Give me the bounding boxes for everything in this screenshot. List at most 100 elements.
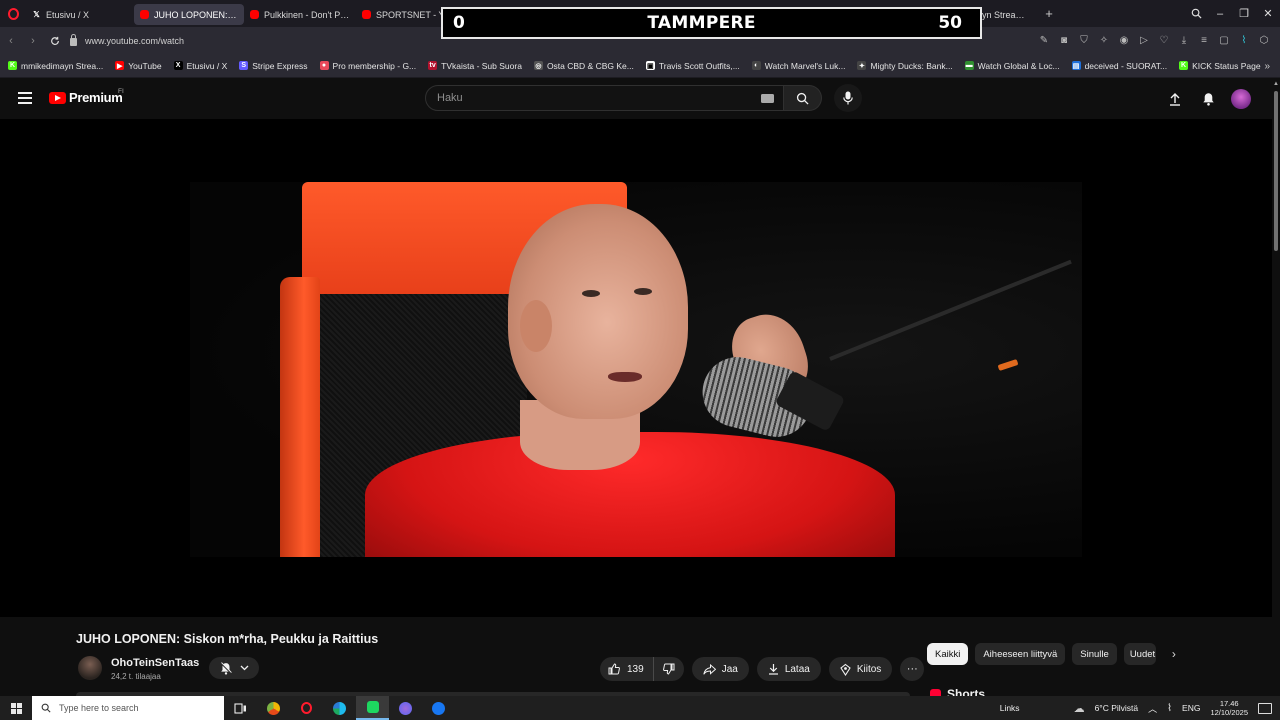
bookmark-favicon-icon: X (173, 61, 183, 70)
network-icon[interactable]: ⌇ (1167, 703, 1172, 714)
play-icon[interactable]: ▷ (1134, 31, 1154, 51)
shield-icon[interactable]: ⛉ (1074, 31, 1094, 51)
bookmark-item[interactable]: ▬ Watch Global & Loc... (964, 61, 1060, 71)
download-button[interactable]: Lataa (756, 657, 821, 681)
url-text: www.youtube.com/watch (85, 35, 185, 46)
task-view-icon[interactable] (224, 696, 257, 720)
heart-icon[interactable]: ♡ (1154, 31, 1174, 51)
edge-icon[interactable] (323, 696, 356, 720)
notification-icon[interactable] (1258, 702, 1272, 714)
new-tab-button[interactable]: + (1040, 5, 1058, 23)
browser-tab[interactable]: Pulkkinen - Don't Push Th (244, 4, 356, 25)
forward-icon[interactable]: › (22, 30, 44, 52)
search-input[interactable] (437, 92, 737, 104)
minimize-icon[interactable]: – (1208, 0, 1232, 27)
opera-logo-icon[interactable] (0, 0, 26, 27)
browser-tab[interactable]: 𝕏 Etusivu / X (26, 4, 134, 25)
upload-icon[interactable] (1164, 88, 1186, 110)
weather-text[interactable]: 6°C Pilvistä (1095, 703, 1139, 713)
search-tabs-icon[interactable] (1184, 0, 1208, 27)
chip-all[interactable]: Kaikki (927, 643, 969, 665)
close-icon[interactable]: ✕ (1256, 0, 1280, 27)
bookmark-item[interactable]: ▣ Travis Scott Outfits,... (645, 61, 740, 71)
dislike-button[interactable] (654, 657, 684, 681)
scroll-up-icon[interactable]: ▲ (1273, 81, 1279, 87)
bookmark-item[interactable]: Kmmikedimayn Strea... (8, 61, 103, 71)
x-icon: 𝕏 (33, 10, 40, 19)
taskbar-search-input[interactable] (59, 703, 219, 713)
edit-icon[interactable]: ✎ (1034, 31, 1054, 51)
more-actions-button[interactable]: ··· (900, 657, 925, 681)
reload-icon[interactable] (44, 30, 66, 52)
bookmark-item[interactable]: tv TVkaista - Sub Suora (428, 61, 522, 71)
video-frame[interactable] (190, 182, 1082, 557)
download-icon[interactable]: ⤓ (1174, 31, 1194, 51)
language-indicator[interactable]: ENG (1182, 703, 1200, 713)
aria-icon[interactable]: ⌇ (1234, 31, 1254, 51)
video-info-area: JUHO LOPONEN: Siskon m*rha, Peukku ja Ra… (0, 617, 1272, 701)
chrome-canary-icon[interactable] (257, 696, 290, 720)
voice-search-button[interactable] (834, 84, 862, 112)
chip-new[interactable]: Uudet (1123, 643, 1156, 665)
page-scrollbar[interactable]: ▲ (1272, 79, 1280, 696)
scrollbar-thumb[interactable] (1274, 91, 1278, 251)
video-title: JUHO LOPONEN: Siskon m*rha, Peukku ja Ra… (76, 632, 379, 646)
bookmark-item[interactable]: ● Pro membership - G... (319, 61, 416, 71)
channel-name[interactable]: OhoTeinSenTaas (111, 657, 199, 669)
bookmark-favicon-icon: ▶ (115, 61, 125, 70)
right-score: 50 (938, 13, 962, 33)
channel-avatar[interactable] (78, 656, 102, 680)
account-avatar[interactable] (1230, 88, 1252, 110)
related-filter-chips: Kaikki Aiheeseen liittyvä Sinulle Uudet … (927, 643, 1185, 665)
vpn-icon[interactable]: ◉ (1114, 31, 1134, 51)
bookmark-item[interactable]: ✦ Mighty Ducks: Bank... (857, 61, 953, 71)
opera-icon[interactable] (290, 696, 323, 720)
subscribed-notifications-button[interactable] (209, 657, 259, 679)
share-button[interactable]: Jaa (691, 657, 749, 681)
chevron-up-icon[interactable]: ︿ (1148, 702, 1157, 715)
chevron-right-icon[interactable]: › (1163, 643, 1185, 665)
bookmark-item[interactable]: ▤ deceived - SUORAT... (1071, 61, 1167, 71)
youtube-premium-logo[interactable]: Premium (49, 90, 123, 105)
keyboard-icon[interactable] (761, 94, 774, 103)
settings-icon[interactable]: ⬡ (1254, 31, 1274, 51)
bookmark-item[interactable]: X Etusivu / X (173, 61, 227, 71)
guide-menu-icon[interactable] (18, 92, 32, 104)
bookmark-item[interactable]: S Stripe Express (239, 61, 308, 71)
bookmark-label: Watch Marvel's Luk... (764, 60, 846, 71)
menu-icon[interactable]: ≡ (1194, 31, 1214, 51)
discord-icon[interactable] (389, 696, 422, 720)
bookmark-item[interactable]: ▶ YouTube (115, 61, 162, 71)
address-bar-tools: ✎ ◙ ⛉ ✧ ◉ ▷ ♡ ⤓ ≡ ▢ ⌇ ⬡ (1034, 27, 1274, 54)
bookmark-label: TVkaista - Sub Suora (441, 60, 522, 71)
clock[interactable]: 17.46 12/10/2025 (1210, 699, 1248, 717)
browser-tab[interactable]: JUHO LOPONEN: Sisk (134, 4, 244, 25)
messenger-icon[interactable] (422, 696, 455, 720)
super-thanks-icon (840, 663, 851, 676)
start-button[interactable] (0, 696, 32, 720)
like-button[interactable]: 139 (600, 657, 654, 681)
restore-icon[interactable]: ❐ (1232, 0, 1256, 27)
thanks-button[interactable]: Kiitos (828, 657, 893, 681)
chip-related[interactable]: Aiheeseen liittyvä (975, 643, 1066, 665)
bookmarks-more-icon[interactable]: » (1264, 54, 1270, 78)
bookmark-favicon-icon: tv (428, 61, 438, 70)
youtube-icon (362, 10, 371, 19)
links-toolbar[interactable]: Links (1000, 703, 1020, 713)
search-button[interactable] (784, 85, 822, 111)
download-icon (768, 664, 778, 675)
chip-for-you[interactable]: Sinulle (1072, 643, 1117, 665)
back-icon[interactable]: ‹ (0, 30, 22, 52)
like-dislike-group: 139 (600, 657, 684, 681)
bookmark-item[interactable]: K KICK Status Page (1179, 61, 1261, 71)
chevron-down-icon (240, 665, 248, 671)
video-player[interactable] (0, 119, 1272, 617)
bookmark-item[interactable]: ◎ Osta CBD & CBG Ke... (533, 61, 634, 71)
extension-icon[interactable]: ✧ (1094, 31, 1114, 51)
bookmark-item[interactable]: ◐ Watch Marvel's Luk... (751, 60, 846, 71)
camera-icon[interactable]: ◙ (1054, 31, 1074, 51)
spotify-app-icon[interactable] (356, 696, 389, 720)
bookmark-label: KICK Status Page (1192, 60, 1261, 71)
wallet-icon[interactable]: ▢ (1214, 31, 1234, 51)
notifications-bell-icon[interactable] (1197, 88, 1219, 110)
